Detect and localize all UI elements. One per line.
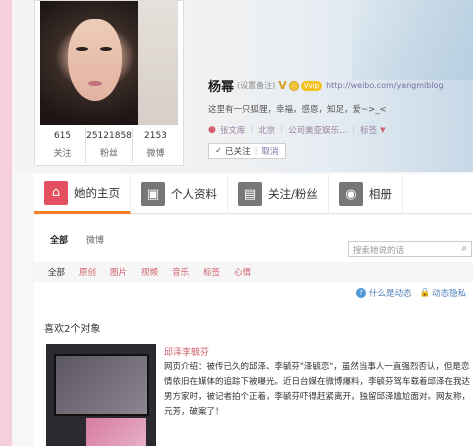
tab-home[interactable]: ⌂ 她的主页 (34, 174, 131, 214)
filter-all[interactable]: 全部 (48, 266, 65, 278)
help-links: ? 什么是动态 🔒 动态隐私 (356, 287, 466, 299)
meta-tag[interactable]: 标签 (360, 124, 377, 136)
filter-pictures[interactable]: 图片 (110, 266, 127, 278)
filter-original[interactable]: 原创 (79, 266, 96, 278)
vip-badge[interactable]: Vvip (300, 80, 323, 91)
what-is-feed-link[interactable]: 什么是动态 (369, 287, 412, 299)
tab-follow-fans[interactable]: ▤ 关注/粉丝 (228, 174, 329, 214)
post-image[interactable] (46, 344, 156, 446)
meta-org[interactable]: 公司美亚娱乐... (288, 124, 347, 136)
verified-v-icon[interactable]: V (278, 79, 287, 92)
sub-nav: 全部 微博 (50, 233, 122, 246)
search-icon[interactable]: ⌕ (461, 243, 467, 254)
blog-url-link[interactable]: http://weibo.com/yangmiblog (326, 81, 443, 90)
filter-mood[interactable]: 心情 (234, 266, 251, 278)
chevron-down-icon[interactable]: ▼ (380, 126, 385, 134)
smile-icon[interactable] (288, 80, 299, 91)
filter-video[interactable]: 视频 (141, 266, 158, 278)
left-pink-strip (0, 0, 12, 446)
follow-status-button[interactable]: ✓ 已关注 | 取消 (208, 143, 286, 159)
profile-card: 615 关注 25121858 粉丝 2153 微博 (34, 0, 184, 166)
set-note-link[interactable]: (设置备注) (237, 80, 275, 91)
lock-icon: 🔒 (419, 288, 431, 298)
weibo-profile-page: 615 关注 25121858 粉丝 2153 微博 杨幂 (设置备注) V V… (12, 0, 473, 446)
stat-following[interactable]: 615 关注 (40, 127, 87, 163)
people-icon: ▤ (238, 182, 262, 206)
check-icon: ✓ (215, 146, 223, 156)
profile-intro: 这里有一只狐狸，幸福，感恩，知足，爱~>_< (208, 105, 387, 115)
avatar[interactable] (40, 1, 178, 125)
house-icon: ⌂ (44, 180, 68, 205)
tab-album[interactable]: ◉ 相册 (329, 174, 403, 214)
meta-location[interactable]: 北京 (258, 124, 275, 136)
search-input[interactable]: 搜索她说的话 ⌕ (348, 241, 472, 257)
question-icon: ? (356, 288, 366, 298)
filter-bar: 全部 原创 图片 视频 音乐 标签 心情 (34, 262, 473, 282)
stat-weibo[interactable]: 2153 微博 (133, 127, 178, 163)
feed-privacy-link[interactable]: 动态隐私 (432, 287, 466, 299)
tab-profile[interactable]: ▣ 个人资料 (131, 174, 228, 214)
person-icon: ● (208, 125, 216, 135)
filter-music[interactable]: 音乐 (172, 266, 189, 278)
stat-fans[interactable]: 25121858 粉丝 (86, 127, 133, 163)
profile-info: 杨幂 (设置备注) V Vvip http://weibo.com/yangmi… (208, 76, 444, 159)
person-card-icon: ▣ (141, 182, 165, 206)
profile-name: 杨幂 (208, 80, 235, 95)
profile-meta: ● 张文库 | 北京 | 公司美亚娱乐... | 标签 ▼ (208, 124, 386, 136)
camera-icon: ◉ (338, 182, 363, 206)
post-text: 网页介绍：被传已久的邱泽、李毓芬"泽毓恋"，虽然当事人一直强烈否认，但是恋情依旧… (164, 362, 471, 417)
unfollow-button[interactable]: 取消 (262, 145, 279, 157)
subnav-all[interactable]: 全部 (50, 233, 68, 246)
followed-label: 已关注 (225, 147, 251, 157)
meta-company[interactable]: 张文库 (220, 124, 246, 136)
profile-tabs: ⌂ 她的主页 ▣ 个人资料 ▤ 关注/粉丝 ◉ 相册 (34, 174, 473, 214)
subnav-weibo[interactable]: 微博 (86, 233, 104, 246)
filter-tags[interactable]: 标签 (203, 266, 220, 278)
main-content: 全部 微博 搜索她说的话 ⌕ 全部 原创 图片 视频 音乐 标签 心情 ? 什么… (34, 215, 473, 446)
post-title-link[interactable]: 邱泽李毓芬 (164, 345, 209, 358)
liked-heading: 喜欢2个对象 (44, 324, 101, 335)
profile-stats: 615 关注 25121858 粉丝 2153 微博 (40, 127, 178, 163)
